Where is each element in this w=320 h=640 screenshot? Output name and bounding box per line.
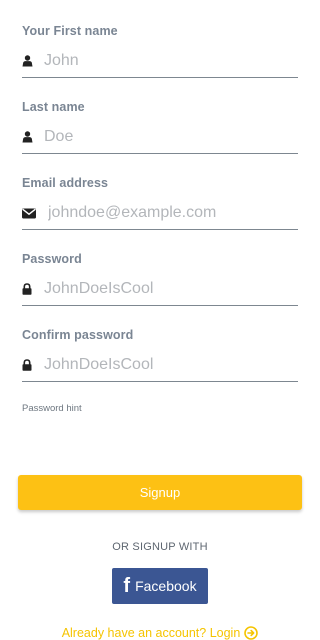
password-group: Password <box>22 252 298 306</box>
first-name-label: Your First name <box>22 24 118 38</box>
first-name-group: Your First name <box>22 24 298 78</box>
password-label: Password <box>22 252 82 266</box>
lock-icon <box>22 282 40 296</box>
password-input[interactable] <box>44 278 284 300</box>
email-underline <box>22 229 298 230</box>
password-row <box>22 274 298 304</box>
first-name-input[interactable] <box>44 50 284 72</box>
confirm-password-row <box>22 350 298 380</box>
confirm-password-group: Confirm password <box>22 328 298 382</box>
login-link-text: Already have an account? Login <box>61 626 241 640</box>
last-name-group: Last name <box>22 100 298 154</box>
first-name-row <box>22 46 298 76</box>
or-signup-with-text: OR SIGNUP WITH <box>112 541 208 553</box>
password-underline <box>22 305 298 306</box>
confirm-password-underline <box>22 381 298 382</box>
email-label: Email address <box>22 176 109 190</box>
arrow-circle-right-icon <box>244 626 259 640</box>
user-icon <box>22 54 40 68</box>
email-input[interactable] <box>48 202 288 224</box>
envelope-icon <box>22 206 44 220</box>
email-row <box>22 198 298 228</box>
lock-icon <box>22 358 40 372</box>
confirm-password-label: Confirm password <box>22 328 134 342</box>
last-name-row <box>22 122 298 152</box>
signup-page: Your First name Last name <box>0 0 320 640</box>
confirm-password-input[interactable] <box>44 354 284 376</box>
user-icon <box>22 130 40 144</box>
first-name-underline <box>22 77 298 78</box>
login-link[interactable]: Already have an account? Login <box>0 626 320 640</box>
facebook-button[interactable]: f Facebook <box>112 568 208 604</box>
email-group: Email address <box>22 176 298 230</box>
last-name-underline <box>22 153 298 154</box>
last-name-input[interactable] <box>44 126 284 148</box>
password-hint: Password hint <box>22 403 82 414</box>
facebook-icon: f <box>123 575 131 597</box>
signup-button[interactable]: Signup <box>18 475 302 510</box>
facebook-label: Facebook <box>135 578 197 594</box>
last-name-label: Last name <box>22 100 85 114</box>
